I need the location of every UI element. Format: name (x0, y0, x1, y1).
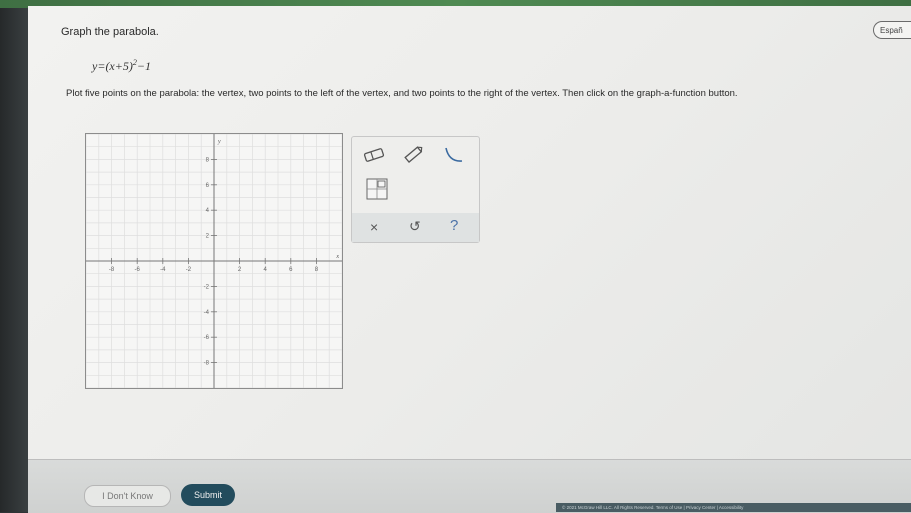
undo-button[interactable]: ↺ (409, 218, 421, 235)
problem-title: Graph the parabola. (61, 26, 159, 38)
x-tick-label: 4 (264, 267, 268, 273)
function-table-icon[interactable] (365, 178, 389, 200)
x-tick-label: 2 (238, 267, 242, 273)
y-tick-label: -2 (204, 284, 210, 290)
x-tick-label: 8 (315, 267, 319, 273)
y-tick-label: 6 (206, 183, 210, 189)
y-axis-label: y (217, 139, 221, 145)
dont-know-button[interactable]: I Don't Know (84, 485, 171, 507)
x-tick-label: -6 (135, 267, 141, 273)
language-toggle-button[interactable]: Españ (873, 21, 911, 39)
equation-prefix: y= (92, 59, 106, 73)
problem-instructions: Plot five points on the parabola: the ve… (66, 88, 738, 99)
help-button[interactable]: ? (450, 217, 458, 234)
parabola-icon[interactable] (442, 145, 466, 165)
pencil-icon[interactable] (402, 144, 426, 164)
y-tick-label: 4 (206, 208, 210, 214)
assessment-screen: Españ Graph the parabola. y=(x+5)2−1 Plo… (28, 6, 911, 513)
y-tick-label: -8 (204, 361, 210, 367)
equation-suffix: −1 (136, 59, 151, 73)
eraser-icon[interactable] (362, 145, 386, 165)
coordinate-grid[interactable]: -8 -6 -4 -2 2 4 6 8 8 6 4 2 -2 -4 -6 -8 x y (86, 134, 342, 388)
submit-button[interactable]: Submit (181, 484, 235, 506)
y-tick-label: 8 (206, 157, 210, 163)
equation-body: (x+5) (105, 59, 133, 73)
y-tick-label: 2 (206, 234, 210, 240)
footer: © 2021 McGraw Hill LLC. All Rights Reser… (556, 503, 911, 512)
y-tick-label: -4 (204, 310, 210, 316)
equation: y=(x+5)2−1 (92, 58, 151, 74)
tool-actions-row: × ↺ ? (352, 213, 479, 242)
x-axis-label: x (335, 254, 339, 260)
y-tick-label: -6 (204, 335, 210, 341)
x-tick-label: -8 (109, 267, 115, 273)
x-tick-label: -2 (186, 267, 192, 273)
x-tick-label: -4 (160, 267, 166, 273)
monitor-bezel (0, 0, 30, 512)
clear-button[interactable]: × (370, 219, 378, 235)
graphing-area[interactable]: -8 -6 -4 -2 2 4 6 8 8 6 4 2 -2 -4 -6 -8 x y (85, 133, 343, 389)
x-tick-label: 6 (289, 267, 293, 273)
graph-tool-panel: × ↺ ? (351, 136, 480, 243)
